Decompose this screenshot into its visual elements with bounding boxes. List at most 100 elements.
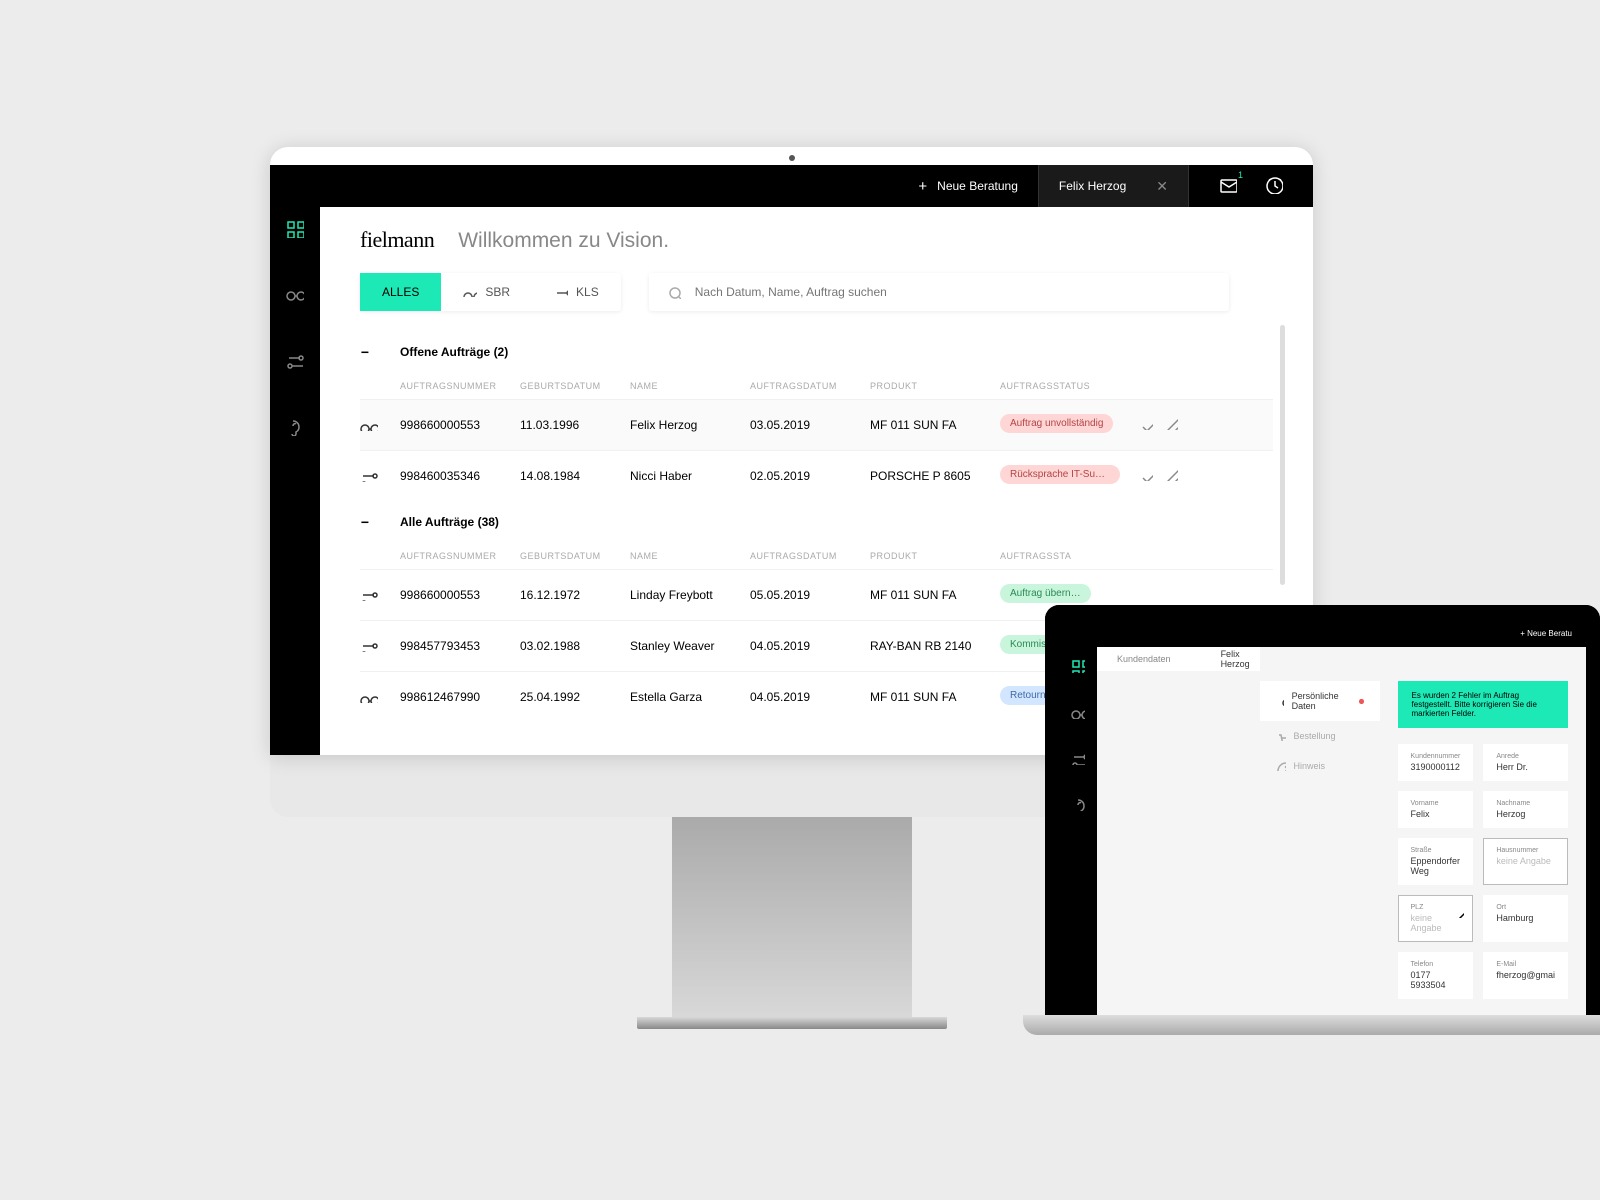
edit-button[interactable] [1165, 417, 1178, 433]
row-type-icon [360, 640, 378, 652]
close-icon[interactable]: ✕ [1156, 178, 1168, 195]
cell-date: 04.05.2019 [750, 690, 870, 704]
status-badge: Rücksprache IT-Support [1000, 465, 1120, 484]
confirm-button[interactable] [1140, 468, 1153, 484]
row-type-icon [360, 589, 378, 601]
cell-dob: 16.12.1972 [520, 588, 630, 602]
field-vorname[interactable]: VornameFelix [1398, 791, 1474, 828]
sidebar [270, 165, 320, 755]
brand-logo: fielmann [360, 227, 434, 253]
field-ort[interactable]: OrtHamburg [1483, 895, 1568, 942]
cell-dob: 25.04.1992 [520, 690, 630, 704]
cell-dob: 11.03.1996 [520, 418, 630, 432]
sidebar-dashboard[interactable] [1071, 659, 1085, 673]
collapse-icon[interactable]: − [360, 347, 370, 357]
col-dob: GEBURTSDATUM [520, 381, 630, 391]
cell-number: 998612467990 [400, 690, 520, 704]
field-email[interactable]: E-Mailfherzog@gmai [1483, 952, 1568, 999]
nav-personal-data[interactable]: Persönliche Daten [1260, 681, 1380, 721]
col-name: NAME [630, 381, 750, 391]
imac-camera [789, 155, 795, 161]
cell-product: RAY-BAN RB 2140 [870, 639, 1000, 653]
active-customer-tab[interactable]: Felix Herzog ✕ [1038, 165, 1189, 207]
edit-button[interactable] [1165, 468, 1178, 484]
new-consultation-button[interactable]: + Neue Beratu [1520, 629, 1572, 638]
section-title: Offene Aufträge (2) [400, 345, 508, 359]
laptop-topbar: + Neue Beratu [1097, 619, 1586, 647]
col-status: AUFTRAGSSTATUS [1000, 381, 1140, 391]
user-icon [1276, 696, 1284, 706]
col-date: AUFTRAGSDATUM [750, 381, 870, 391]
breadcrumb-customer-data[interactable]: Kundendaten [1117, 654, 1171, 664]
field-nachname[interactable]: NachnameHerzog [1483, 791, 1568, 828]
field-plz[interactable]: PLZkeine Angabe [1398, 895, 1474, 942]
field-telefon[interactable]: Telefon0177 5933504 [1398, 952, 1474, 999]
sidebar-adjust[interactable] [283, 349, 307, 373]
cell-product: MF 011 SUN FA [870, 588, 1000, 602]
cell-name: Stanley Weaver [630, 639, 750, 653]
detail-nav: Persönliche Daten Bestellung Hinweis [1260, 671, 1380, 1015]
field-anrede[interactable]: AnredeHerr Dr. [1483, 744, 1568, 781]
page-headline: Willkommen zu Vision. [458, 229, 669, 253]
field-strasse[interactable]: StraßeEppendorfer Weg [1398, 838, 1474, 885]
cell-name: Nicci Haber [630, 469, 750, 483]
sidebar-glasses[interactable] [1071, 705, 1085, 719]
mail-icon[interactable] [1219, 176, 1237, 197]
status-badge: Auftrag übern… [1000, 584, 1091, 603]
cell-number: 998660000553 [400, 418, 520, 432]
status-badge: Auftrag unvollständig [1000, 414, 1113, 433]
scrollbar[interactable] [1280, 325, 1285, 585]
new-consultation-label: Neue Beratung [937, 179, 1018, 193]
field-kundennummer[interactable]: Kundennummer3190000112 [1398, 744, 1474, 781]
cell-number: 998460035346 [400, 469, 520, 483]
adjust-icon [554, 287, 568, 297]
filter-tab-sbr[interactable]: SBR [441, 273, 532, 311]
plus-icon: + [918, 178, 927, 195]
nav-note[interactable]: Hinweis [1260, 751, 1380, 781]
cell-dob: 14.08.1984 [520, 469, 630, 483]
new-consultation-button[interactable]: + Neue Beratung [898, 165, 1038, 207]
cell-product: MF 011 SUN FA [870, 418, 1000, 432]
cell-product: PORSCHE P 8605 [870, 469, 1000, 483]
cell-date: 05.05.2019 [750, 588, 870, 602]
collapse-icon[interactable]: − [360, 517, 370, 527]
nav-order[interactable]: Bestellung [1260, 721, 1380, 751]
customer-name: Felix Herzog [1059, 179, 1126, 193]
search-icon [667, 285, 681, 299]
confirm-button[interactable] [1140, 417, 1153, 433]
filter-tab-all[interactable]: ALLES [360, 273, 441, 311]
field-hausnummer[interactable]: Hausnummerkeine Angabe [1483, 838, 1568, 885]
glasses-icon [463, 287, 477, 297]
search-field[interactable] [649, 273, 1229, 311]
table-header: AUFTRAGSNUMMER GEBURTSDATUM NAME AUFTRAG… [360, 543, 1273, 569]
sidebar-hearing[interactable] [1071, 797, 1085, 811]
cart-icon [1276, 731, 1286, 741]
section-open-orders[interactable]: − Offene Aufträge (2) [360, 331, 1273, 373]
col-number: AUFTRAGSNUMMER [400, 381, 520, 391]
cell-name: Felix Herzog [630, 418, 750, 432]
sidebar-hearing[interactable] [283, 415, 307, 439]
cell-name: Linday Freybott [630, 588, 750, 602]
cell-date: 02.05.2019 [750, 469, 870, 483]
search-input[interactable] [695, 285, 1211, 299]
cell-number: 998457793453 [400, 639, 520, 653]
filter-tab-kls[interactable]: KLS [532, 273, 621, 311]
alarm-icon[interactable] [1265, 176, 1283, 197]
table-row[interactable]: 99866000055311.03.1996Felix Herzog03.05.… [360, 399, 1273, 450]
table-row[interactable]: 99846003534614.08.1984Nicci Haber02.05.2… [360, 450, 1273, 501]
sidebar-glasses[interactable] [283, 283, 307, 307]
cell-dob: 03.02.1988 [520, 639, 630, 653]
section-title: Alle Aufträge (38) [400, 515, 499, 529]
breadcrumb-name: Felix Herzog [1221, 649, 1260, 669]
row-type-icon [360, 691, 378, 703]
top-bar: + Neue Beratung Felix Herzog ✕ [270, 165, 1313, 207]
error-dot-icon [1359, 699, 1363, 704]
sidebar-adjust[interactable] [1071, 751, 1085, 765]
section-all-orders[interactable]: − Alle Aufträge (38) [360, 501, 1273, 543]
cell-date: 04.05.2019 [750, 639, 870, 653]
edit-icon[interactable] [1454, 908, 1464, 918]
sidebar-dashboard[interactable] [283, 217, 307, 241]
col-product: PRODUKT [870, 381, 1000, 391]
filter-tabs: ALLES SBR KLS [360, 273, 621, 311]
cell-date: 03.05.2019 [750, 418, 870, 432]
